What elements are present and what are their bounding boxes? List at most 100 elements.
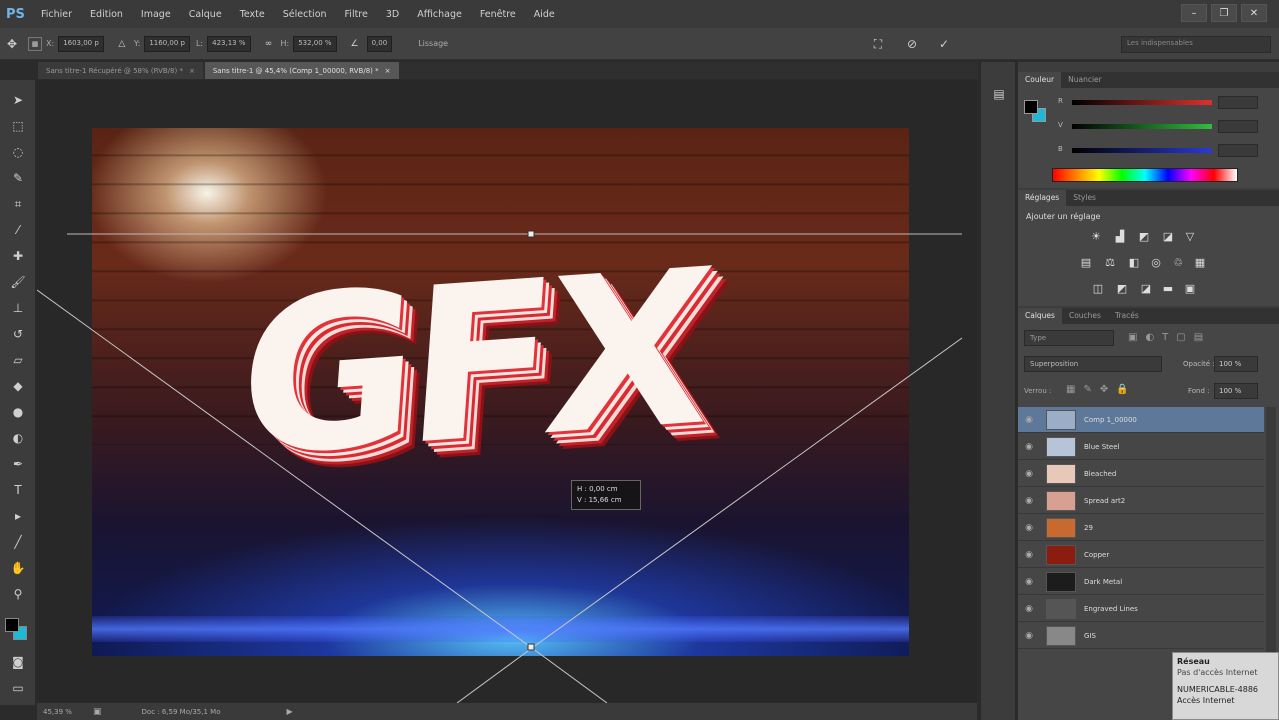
opacity-field[interactable]: 100 % xyxy=(1214,356,1258,372)
gradient-map-icon[interactable]: ▬ xyxy=(1160,280,1176,296)
warp-mode-icon[interactable]: ⛶ xyxy=(870,36,886,52)
x-position-field[interactable]: 1603,00 p xyxy=(58,35,104,52)
hue-saturation-icon[interactable]: ▤ xyxy=(1078,254,1094,270)
restore-button[interactable]: ❐ xyxy=(1211,4,1237,22)
free-transform-bounding-box[interactable] xyxy=(37,80,977,703)
width-field[interactable]: 423,13 % xyxy=(207,35,251,52)
y-position-field[interactable]: 1160,00 p xyxy=(144,35,190,52)
layer-filter-icons[interactable]: ▣◐T▢▤ xyxy=(1128,332,1211,343)
menu-affichage[interactable]: Affichage xyxy=(408,9,471,20)
menu-fenetre[interactable]: Fenêtre xyxy=(471,9,525,20)
slider-value-field[interactable] xyxy=(1218,120,1258,133)
photo-filter-icon[interactable]: ◎ xyxy=(1148,254,1164,270)
tab-reglages[interactable]: Réglages xyxy=(1018,190,1067,206)
channel-mixer-icon[interactable]: ♲ xyxy=(1170,254,1186,270)
eraser-tool-icon[interactable]: ▱ xyxy=(8,350,28,370)
eyedropper-tool-icon[interactable]: ⁄ xyxy=(8,220,28,240)
layers-scrollbar[interactable] xyxy=(1266,407,1276,657)
pen-tool-icon[interactable]: ✒ xyxy=(8,454,28,474)
close-icon[interactable]: × xyxy=(189,67,195,75)
export-icon[interactable]: ▣ xyxy=(93,707,102,717)
panel-fg-color[interactable] xyxy=(1024,100,1038,114)
zoom-tool-icon[interactable]: ⚲ xyxy=(8,584,28,604)
tab-document-active[interactable]: Sans titre-1 @ 45,4% (Comp 1_00000, RVB/… xyxy=(204,62,399,79)
tab-couches[interactable]: Couches xyxy=(1062,308,1108,324)
crop-tool-icon[interactable]: ⌗ xyxy=(8,194,28,214)
slider-value-field[interactable] xyxy=(1218,96,1258,109)
tab-nuancier[interactable]: Nuancier xyxy=(1061,72,1109,88)
visibility-eye-icon[interactable]: ◉ xyxy=(1018,415,1040,425)
visibility-eye-icon[interactable]: ◉ xyxy=(1018,604,1040,614)
type-tool-icon[interactable]: T xyxy=(8,480,28,500)
clone-stamp-tool-icon[interactable]: ⊥ xyxy=(8,298,28,318)
layer-row[interactable]: ◉ Bleached xyxy=(1018,461,1264,487)
layer-row[interactable]: ◉ Blue Steel xyxy=(1018,434,1264,460)
status-menu-arrow-icon[interactable]: ▶ xyxy=(286,707,292,716)
color-balance-icon[interactable]: ⚖ xyxy=(1102,254,1118,270)
reference-point-icon[interactable]: ▦ xyxy=(28,36,42,51)
menu-image[interactable]: Image xyxy=(132,9,180,20)
close-window-button[interactable]: ✕ xyxy=(1241,4,1267,22)
menu-texte[interactable]: Texte xyxy=(231,9,274,20)
slider-track[interactable] xyxy=(1072,100,1212,105)
levels-icon[interactable]: ▟ xyxy=(1112,228,1128,244)
color-spectrum-ramp[interactable] xyxy=(1052,168,1238,182)
layer-row[interactable]: ◉ GIS xyxy=(1018,623,1264,649)
marquee-tool-icon[interactable]: ⬚ xyxy=(8,116,28,136)
vibrance-icon[interactable]: ▽ xyxy=(1182,228,1198,244)
lasso-tool-icon[interactable]: ◌ xyxy=(8,142,28,162)
interpolation-label[interactable]: Lissage xyxy=(418,39,448,48)
brush-tool-icon[interactable]: 🖌 xyxy=(8,272,28,292)
layer-row[interactable]: ◉ 29 xyxy=(1018,515,1264,541)
canvas-workarea[interactable]: GFX H : 0,00 cm V : 15,66 cm xyxy=(37,80,977,703)
link-icon[interactable]: ∞ xyxy=(261,36,277,52)
quick-select-tool-icon[interactable]: ✎ xyxy=(8,168,28,188)
cancel-transform-icon[interactable]: ⊘ xyxy=(904,36,920,52)
menu-calque[interactable]: Calque xyxy=(180,9,231,20)
tab-couleur[interactable]: Couleur xyxy=(1018,72,1062,88)
tab-traces[interactable]: Tracés xyxy=(1108,308,1146,324)
lock-icons[interactable]: ▦✎✥🔒 xyxy=(1066,384,1137,395)
tab-document-recupere[interactable]: Sans titre-1 Récupéré @ 58% (RVB/8) * × xyxy=(38,62,203,79)
slider-track[interactable] xyxy=(1072,148,1212,153)
visibility-eye-icon[interactable]: ◉ xyxy=(1018,523,1040,533)
history-brush-tool-icon[interactable]: ↺ xyxy=(8,324,28,344)
menu-fichier[interactable]: Fichier xyxy=(32,9,81,20)
hand-tool-icon[interactable]: ✋ xyxy=(8,558,28,578)
minimize-button[interactable]: – xyxy=(1181,4,1207,22)
layer-row[interactable]: ◉ Comp 1_00000 xyxy=(1018,407,1264,433)
paint-bucket-tool-icon[interactable]: ◆ xyxy=(8,376,28,396)
threshold-icon[interactable]: ◪ xyxy=(1138,280,1154,296)
posterize-icon[interactable]: ◩ xyxy=(1114,280,1130,296)
fill-field[interactable]: 100 % xyxy=(1214,383,1258,399)
menu-filtre[interactable]: Filtre xyxy=(336,9,377,20)
history-panel-icon[interactable]: ▤ xyxy=(989,84,1009,104)
slider-blue[interactable]: B xyxy=(1058,144,1268,158)
shape-tool-icon[interactable]: ╱ xyxy=(8,532,28,552)
brightness-icon[interactable]: ☀ xyxy=(1088,228,1104,244)
layer-filter-select[interactable]: Type xyxy=(1024,330,1114,346)
visibility-eye-icon[interactable]: ◉ xyxy=(1018,496,1040,506)
visibility-eye-icon[interactable]: ◉ xyxy=(1018,577,1040,587)
layer-row[interactable]: ◉ Spread art2 xyxy=(1018,488,1264,514)
layer-row[interactable]: ◉ Copper xyxy=(1018,542,1264,568)
slider-track[interactable] xyxy=(1072,124,1212,129)
angle-field[interactable]: 0,00 xyxy=(366,35,393,52)
slider-red[interactable]: R xyxy=(1058,96,1268,110)
invert-icon[interactable]: ◫ xyxy=(1090,280,1106,296)
layer-row[interactable]: ◉ Engraved Lines xyxy=(1018,596,1264,622)
visibility-eye-icon[interactable]: ◉ xyxy=(1018,550,1040,560)
exposure-icon[interactable]: ◪ xyxy=(1160,228,1176,244)
menu-selection[interactable]: Sélection xyxy=(274,9,336,20)
zoom-level[interactable]: 45,39 % xyxy=(37,708,73,716)
menu-3d[interactable]: 3D xyxy=(377,9,408,20)
workspace-select[interactable]: Les indispensables xyxy=(1121,36,1271,53)
dodge-tool-icon[interactable]: ◐ xyxy=(8,428,28,448)
curves-icon[interactable]: ◩ xyxy=(1136,228,1152,244)
visibility-eye-icon[interactable]: ◉ xyxy=(1018,631,1040,641)
quick-mask-icon[interactable]: ◙ xyxy=(8,652,28,672)
selective-color-icon[interactable]: ▣ xyxy=(1182,280,1198,296)
layer-row[interactable]: ◉ Dark Metal xyxy=(1018,569,1264,595)
close-icon[interactable]: × xyxy=(385,67,391,75)
color-lookup-icon[interactable]: ▦ xyxy=(1192,254,1208,270)
